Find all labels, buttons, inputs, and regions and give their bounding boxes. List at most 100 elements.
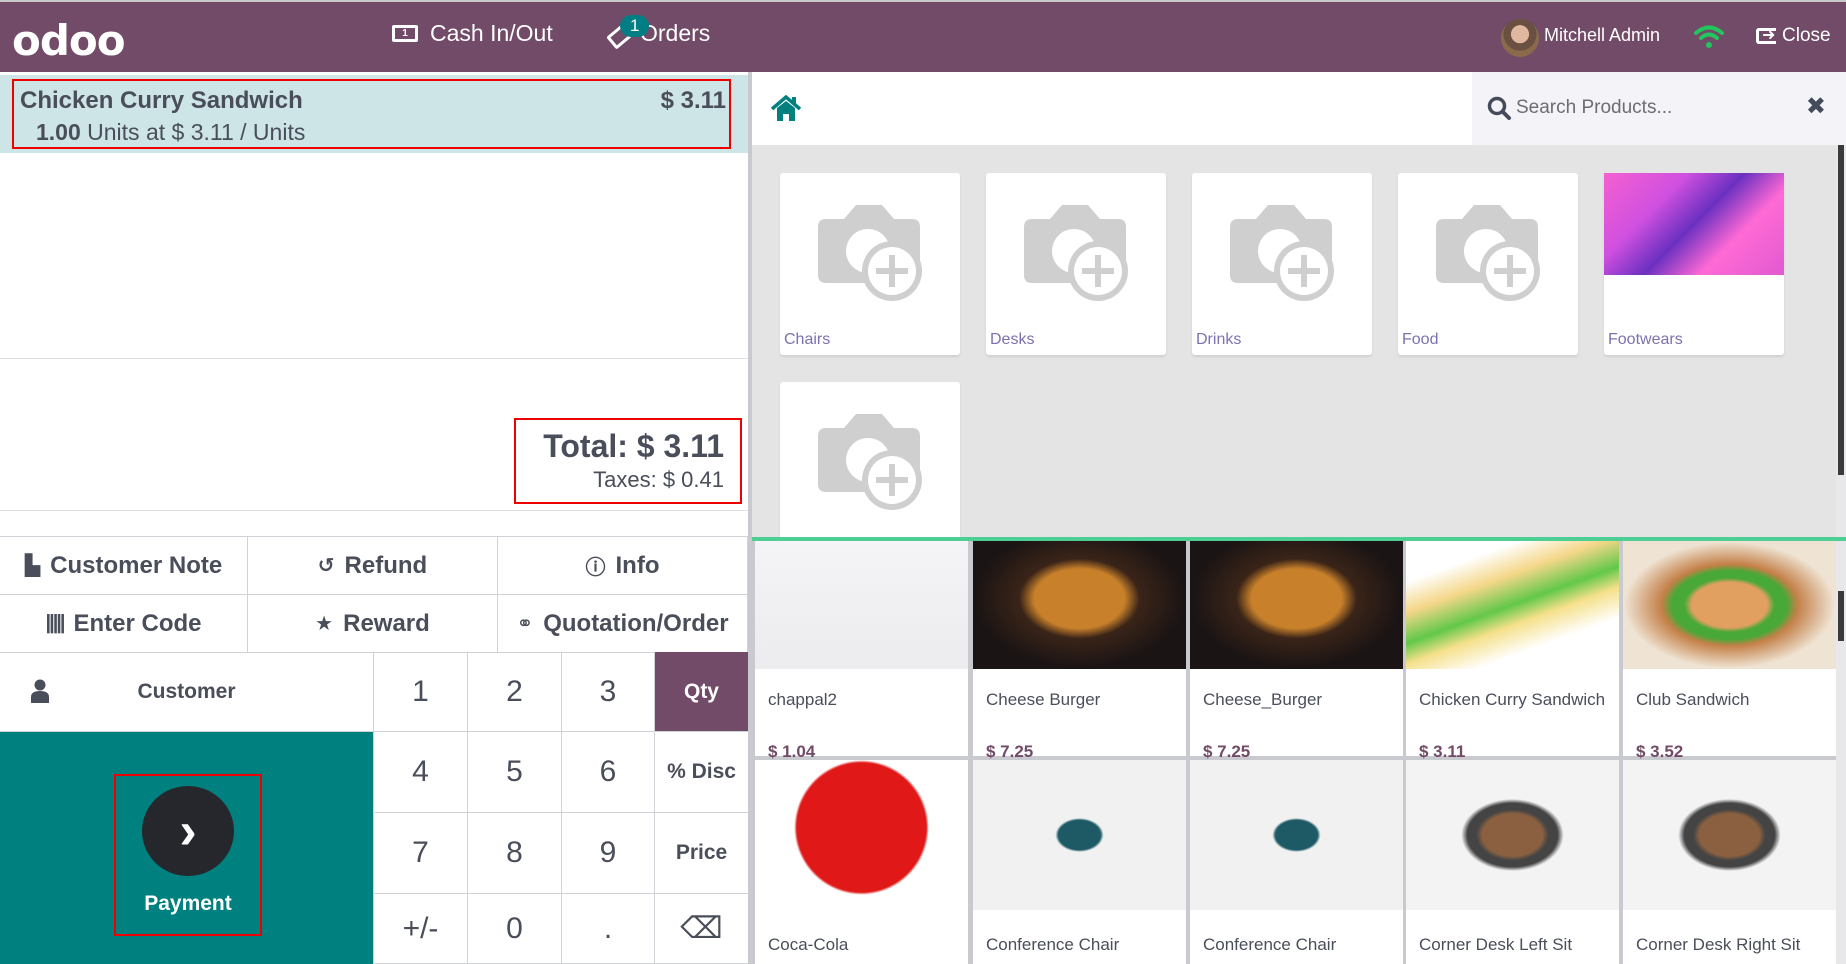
category-tile[interactable] <box>780 382 960 537</box>
product-name: Cheese_Burger <box>1203 690 1323 709</box>
info-label: Info <box>615 551 660 579</box>
order-total: Total: $ 3.11 <box>543 428 724 464</box>
numpad-mode-discount[interactable]: % Disc <box>654 732 748 813</box>
numpad: 1 2 3 Qty 4 5 6 % Disc 7 8 9 Price +/- 0… <box>373 652 748 964</box>
quotation-order-button[interactable]: ⚭ Quotation/Order <box>498 595 748 653</box>
close-button[interactable]: Close <box>1756 25 1831 47</box>
wifi-icon <box>1694 25 1724 48</box>
category-tile[interactable]: Food <box>1398 173 1578 355</box>
numpad-key-5[interactable]: 5 <box>467 732 561 813</box>
search-icon <box>1487 96 1511 120</box>
customer-button[interactable]: Customer <box>0 652 373 732</box>
barcode-icon: ||||| <box>45 612 66 634</box>
numpad-key-8[interactable]: 8 <box>467 813 561 894</box>
product-image <box>973 541 1186 669</box>
product-name: Corner Desk Left Sit <box>1419 935 1573 954</box>
numpad-key-0[interactable]: 0 <box>467 894 561 964</box>
order-line-product: Chicken Curry Sandwich <box>20 87 303 114</box>
action-pad: Customer › Payment 1 2 3 Qty 4 5 6 % Dis… <box>0 652 748 964</box>
orders-count-badge: 1 <box>620 15 650 37</box>
user-name[interactable]: Mitchell Admin <box>1544 25 1660 46</box>
numpad-mode-qty[interactable]: Qty <box>654 652 748 732</box>
order-line-unit-info: Units at $ 3.11 / Units <box>87 119 306 145</box>
numpad-key-1[interactable]: 1 <box>373 652 467 732</box>
order-line[interactable]: Chicken Curry Sandwich $ 3.11 1.00 Units… <box>0 75 748 153</box>
camera-plus-icon <box>1436 205 1540 301</box>
cash-in-out-button[interactable]: 1 Cash In/Out <box>392 20 553 47</box>
product-image <box>1623 760 1836 910</box>
payment-area: › Payment <box>0 732 373 964</box>
quotation-order-label: Quotation/Order <box>543 609 729 637</box>
sticky-note-icon: ▙ <box>24 555 41 577</box>
refund-button[interactable]: ↺ Refund <box>248 537 498 595</box>
search-products-input[interactable] <box>1516 90 1786 126</box>
link-icon: ⚭ <box>516 613 534 635</box>
product-card[interactable]: Conference Chair <box>973 760 1186 964</box>
search-bar: ✖ <box>1472 72 1846 145</box>
control-buttons: ▙ Customer Note ↺ Refund ⓘ Info ||||| En… <box>0 536 748 653</box>
product-image <box>755 541 968 669</box>
sign-out-icon <box>1756 25 1776 45</box>
category-scrollbar[interactable] <box>1836 145 1846 537</box>
enter-code-button[interactable]: ||||| Enter Code <box>0 595 248 653</box>
info-button[interactable]: ⓘ Info <box>498 537 748 595</box>
category-tile[interactable]: Chairs <box>780 173 960 355</box>
category-image <box>1604 173 1784 275</box>
scrollbar-thumb[interactable] <box>1838 145 1844 475</box>
numpad-mode-price[interactable]: Price <box>654 813 748 894</box>
reward-button[interactable]: ★ Reward <box>248 595 498 653</box>
money-bill-icon: 1 <box>392 25 418 42</box>
category-name: Chairs <box>784 331 831 348</box>
product-name: Cheese Burger <box>986 690 1101 709</box>
product-panel: ✖ Chairs Desks Drinks Food Footwears chappal… <box>752 72 1846 964</box>
home-icon[interactable] <box>770 94 802 122</box>
category-tile[interactable]: Drinks <box>1192 173 1372 355</box>
numpad-key-plus-minus[interactable]: +/- <box>373 894 467 964</box>
product-image <box>1406 760 1619 910</box>
odoo-logo: odoo <box>12 16 126 65</box>
camera-plus-icon <box>818 205 922 301</box>
numpad-key-decimal[interactable]: . <box>561 894 654 964</box>
product-price: $ 1.04 <box>768 742 816 761</box>
separator <box>0 358 748 359</box>
product-card[interactable]: Cheese_Burger $ 7.25 <box>1190 541 1403 761</box>
order-line-qty: 1.00 <box>36 119 81 145</box>
numpad-key-6[interactable]: 6 <box>561 732 654 813</box>
numpad-key-9[interactable]: 9 <box>561 813 654 894</box>
order-panel: Chicken Curry Sandwich $ 3.11 1.00 Units… <box>0 72 748 964</box>
product-name: Coca-Cola <box>768 935 849 954</box>
category-tile[interactable]: Desks <box>986 173 1166 355</box>
product-scrollbar[interactable] <box>1836 541 1846 964</box>
product-card[interactable]: Corner Desk Left Sit <box>1406 760 1619 964</box>
product-price: $ 3.52 <box>1636 742 1684 761</box>
info-circle-icon: ⓘ <box>585 557 606 579</box>
product-image <box>755 760 968 910</box>
customer-note-button[interactable]: ▙ Customer Note <box>0 537 248 595</box>
product-card[interactable]: Chicken Curry Sandwich $ 3.11 <box>1406 541 1619 761</box>
numpad-key-4[interactable]: 4 <box>373 732 467 813</box>
product-card[interactable]: Corner Desk Right Sit <box>1623 760 1836 964</box>
product-name: Conference Chair <box>1203 935 1337 954</box>
user-avatar[interactable] <box>1501 19 1539 57</box>
backspace-icon[interactable]: ⌫ <box>654 894 748 964</box>
clear-search-icon[interactable]: ✖ <box>1806 92 1826 121</box>
payment-label: Payment <box>144 892 232 915</box>
numpad-key-3[interactable]: 3 <box>561 652 654 732</box>
product-card[interactable]: Conference Chair <box>1190 760 1403 964</box>
order-totals: Total: $ 3.11 Taxes: $ 0.41 <box>514 418 742 504</box>
order-line-price: $ 3.11 <box>660 87 726 114</box>
product-card[interactable]: chappal2 $ 1.04 <box>755 541 968 761</box>
product-image <box>1190 760 1403 910</box>
orders-label: Orders <box>640 20 711 46</box>
product-card[interactable]: Coca-Cola <box>755 760 968 964</box>
product-card[interactable]: Club Sandwich $ 3.52 <box>1623 541 1836 761</box>
payment-button[interactable]: › Payment <box>114 774 262 936</box>
scrollbar-thumb[interactable] <box>1838 591 1844 641</box>
camera-plus-icon <box>818 414 922 510</box>
numpad-key-2[interactable]: 2 <box>467 652 561 732</box>
category-name: Drinks <box>1196 331 1242 348</box>
numpad-key-7[interactable]: 7 <box>373 813 467 894</box>
product-price: $ 7.25 <box>986 742 1034 761</box>
category-tile[interactable]: Footwears <box>1604 173 1784 355</box>
product-card[interactable]: Cheese Burger $ 7.25 <box>973 541 1186 761</box>
